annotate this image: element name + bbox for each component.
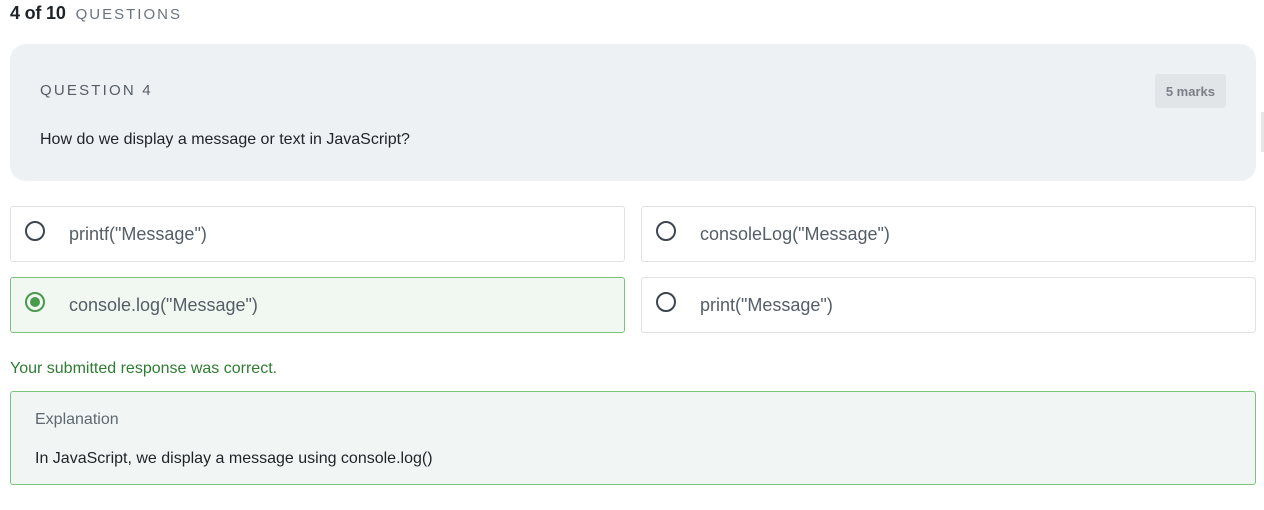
progress-count: 4 of 10 — [10, 3, 66, 23]
explanation-title: Explanation — [35, 411, 119, 428]
radio-button[interactable] — [656, 292, 676, 312]
answer-option-3[interactable]: console.log("Message") — [10, 277, 625, 333]
quiz-page: 4 of 10 QUESTIONS QUESTION 4 5 marks How… — [0, 0, 1264, 510]
answer-option-label: printf("Message") — [69, 224, 207, 244]
answer-option-2[interactable]: consoleLog("Message") — [641, 206, 1256, 262]
correct-feedback-message: Your submitted response was correct. — [10, 360, 278, 377]
marks-badge: 5 marks — [1154, 74, 1226, 108]
radio-button-selected[interactable] — [25, 292, 45, 312]
answer-option-label: consoleLog("Message") — [700, 224, 890, 244]
answer-option-label: print("Message") — [700, 295, 833, 315]
progress-label: QUESTIONS — [75, 6, 182, 23]
question-card: QUESTION 4 5 marks How do we display a m… — [10, 44, 1256, 181]
radio-selected-dot — [30, 297, 40, 307]
answer-option-1[interactable]: printf("Message") — [10, 206, 625, 262]
radio-button[interactable] — [656, 221, 676, 241]
radio-button[interactable] — [25, 221, 45, 241]
explanation-box: Explanation In JavaScript, we display a … — [10, 391, 1256, 485]
answer-option-label: console.log("Message") — [69, 295, 258, 315]
question-number: QUESTION 4 — [40, 82, 153, 99]
answer-option-4[interactable]: print("Message") — [641, 277, 1256, 333]
question-text: How do we display a message or text in J… — [40, 131, 410, 148]
question-progress: 4 of 10 QUESTIONS — [10, 3, 182, 25]
explanation-text: In JavaScript, we display a message usin… — [35, 450, 433, 467]
